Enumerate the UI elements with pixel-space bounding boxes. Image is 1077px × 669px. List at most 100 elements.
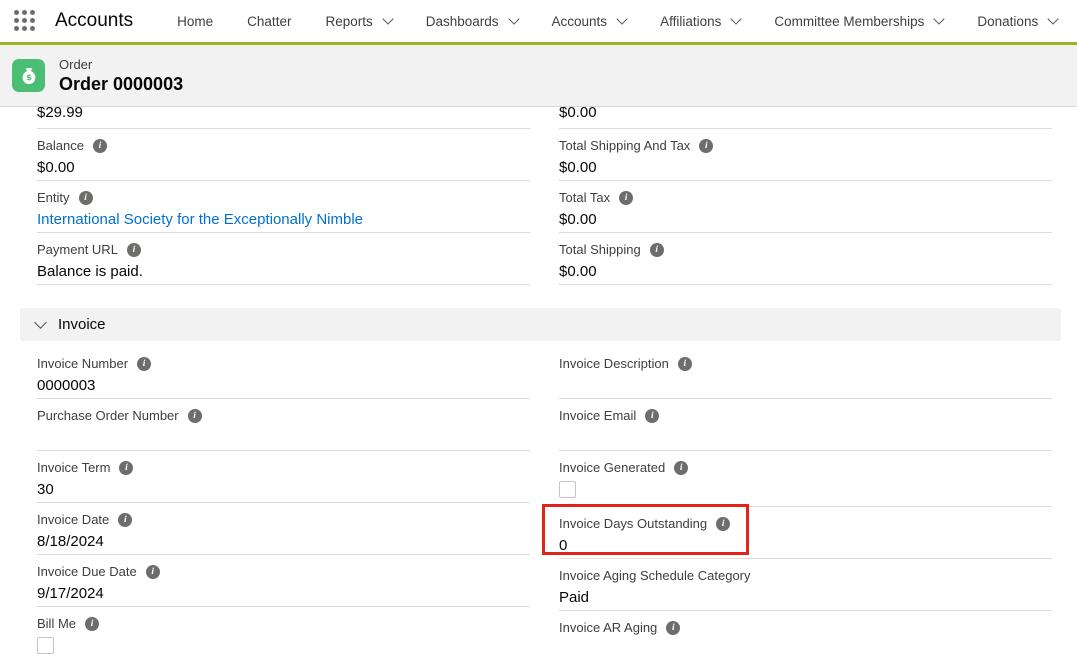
- field-label: Purchase Order Number: [37, 407, 179, 424]
- field-label: Invoice Email: [559, 407, 636, 424]
- field-label: Total Tax: [559, 189, 610, 206]
- field-value: $0.00: [559, 107, 1052, 125]
- info-icon[interactable]: i: [645, 409, 659, 423]
- field-value: International Society for the Exceptiona…: [37, 209, 530, 232]
- info-icon[interactable]: i: [79, 191, 93, 205]
- info-icon[interactable]: i: [650, 243, 664, 257]
- nav-tab-donations[interactable]: Donations: [977, 14, 1057, 29]
- field-value: $29.99: [37, 107, 530, 125]
- nav-tab-reports[interactable]: Reports: [325, 14, 391, 29]
- field-label: Invoice Aging Schedule Category: [559, 567, 751, 584]
- svg-text:$: $: [26, 72, 32, 82]
- top-navigation-bar: Accounts Home Chatter Reports Dashboards…: [0, 0, 1077, 45]
- record-detail-form: i $29.99 Balance i $0.00 Entity i Intern…: [0, 107, 1077, 663]
- info-icon[interactable]: i: [93, 139, 107, 153]
- field-label: Invoice AR Aging: [559, 619, 657, 636]
- invoice-right-column: Invoice Description i Invoice Email i In…: [559, 347, 1052, 663]
- money-bag-icon: $: [12, 59, 45, 92]
- app-launcher-icon[interactable]: [14, 10, 38, 32]
- field-row-invoice-days-outstanding: Invoice Days Outstanding i 0: [559, 507, 1052, 559]
- checkbox-invoice-generated[interactable]: [559, 481, 576, 498]
- info-icon[interactable]: i: [118, 513, 132, 527]
- section-title: Invoice: [58, 316, 106, 333]
- field-value: 9/17/2024: [37, 583, 530, 606]
- field-row-invoice-email: Invoice Email i: [559, 399, 1052, 451]
- field-row-bill-me: Bill Me i: [37, 607, 530, 662]
- field-value: $0.00: [559, 209, 1052, 232]
- field-value: 30: [37, 479, 530, 502]
- nav-tab-affiliations[interactable]: Affiliations: [660, 14, 740, 29]
- top-left-column: i $29.99 Balance i $0.00 Entity i Intern…: [37, 107, 530, 285]
- field-label: Total Shipping: [559, 241, 641, 258]
- field-row-purchase-order-number: Purchase Order Number i: [37, 399, 530, 451]
- field-value: [559, 639, 1052, 662]
- field-label: Total Shipping And Tax: [559, 137, 690, 154]
- field-label: Invoice Description: [559, 355, 669, 372]
- info-icon[interactable]: i: [716, 517, 730, 531]
- chevron-down-icon: [934, 13, 945, 24]
- field-label: Entity: [37, 189, 70, 206]
- field-value: 8/18/2024: [37, 531, 530, 554]
- invoice-section-header[interactable]: Invoice: [20, 308, 1061, 341]
- info-icon[interactable]: i: [619, 191, 633, 205]
- field-value: [37, 635, 530, 662]
- field-label: Invoice Days Outstanding: [559, 515, 707, 532]
- field-label: Bill Me: [37, 615, 76, 632]
- info-icon[interactable]: i: [666, 621, 680, 635]
- info-icon[interactable]: i: [146, 565, 160, 579]
- field-row-invoice-generated: Invoice Generated i: [559, 451, 1052, 507]
- field-value: Paid: [559, 587, 1052, 610]
- field-label: Balance: [37, 137, 84, 154]
- nav-tabs: Home Chatter Reports Dashboards Accounts…: [177, 14, 1057, 29]
- field-row-payment-url: Payment URL i Balance is paid.: [37, 233, 530, 285]
- chevron-down-icon: [1048, 13, 1059, 24]
- field-label: Invoice Generated: [559, 459, 665, 476]
- field-row-invoice-description: Invoice Description i: [559, 347, 1052, 399]
- field-row-29-99: i $29.99: [37, 107, 530, 129]
- info-icon[interactable]: i: [85, 617, 99, 631]
- field-value: [559, 479, 1052, 506]
- chevron-down-icon: [616, 13, 627, 24]
- field-row-balance: Balance i $0.00: [37, 129, 530, 181]
- invoice-fields-grid: Invoice Number i 0000003 Purchase Order …: [37, 347, 1052, 663]
- field-value: 0: [559, 535, 1052, 558]
- nav-tab-dashboards[interactable]: Dashboards: [426, 14, 518, 29]
- checkbox-bill-me[interactable]: [37, 637, 54, 654]
- top-right-column: i $0.00 Total Shipping And Tax i $0.00 T…: [559, 107, 1052, 285]
- info-icon[interactable]: i: [678, 357, 692, 371]
- field-label: Invoice Date: [37, 511, 109, 528]
- nav-tab-committee-memberships[interactable]: Committee Memberships: [774, 14, 943, 29]
- field-value: $0.00: [559, 261, 1052, 284]
- field-row-invoice-date: Invoice Date i 8/18/2024: [37, 503, 530, 555]
- chevron-down-icon: [508, 13, 519, 24]
- field-value: 0000003: [37, 375, 530, 398]
- record-header: $ Order Order 0000003: [0, 45, 1077, 107]
- chevron-down-icon: [34, 316, 47, 329]
- field-row-total-shipping-and-tax: Total Shipping And Tax i $0.00: [559, 129, 1052, 181]
- info-icon[interactable]: i: [137, 357, 151, 371]
- field-row-invoice-due-date: Invoice Due Date i 9/17/2024: [37, 555, 530, 607]
- info-icon[interactable]: i: [119, 461, 133, 475]
- field-label: Invoice Due Date: [37, 563, 137, 580]
- field-row-invoice-aging-schedule-category: Invoice Aging Schedule Category i Paid: [559, 559, 1052, 611]
- field-value: Balance is paid.: [37, 261, 530, 284]
- object-type-label: Order: [59, 57, 183, 72]
- field-value: [559, 375, 1052, 398]
- info-icon[interactable]: i: [127, 243, 141, 257]
- link-international-society-for-the-exceptionally-nimble[interactable]: International Society for the Exceptiona…: [37, 211, 363, 228]
- record-title: Order 0000003: [59, 73, 183, 95]
- chevron-down-icon: [382, 13, 393, 24]
- nav-tab-chatter[interactable]: Chatter: [247, 14, 291, 29]
- field-row-total-tax: Total Tax i $0.00: [559, 181, 1052, 233]
- field-label: Invoice Term: [37, 459, 110, 476]
- field-row-0-00: i $0.00: [559, 107, 1052, 129]
- nav-tab-home[interactable]: Home: [177, 14, 213, 29]
- nav-tab-accounts[interactable]: Accounts: [552, 14, 627, 29]
- chevron-down-icon: [731, 13, 742, 24]
- record-titles: Order Order 0000003: [59, 57, 183, 95]
- field-label: Invoice Number: [37, 355, 128, 372]
- info-icon[interactable]: i: [188, 409, 202, 423]
- field-row-invoice-ar-aging: Invoice AR Aging i: [559, 611, 1052, 663]
- info-icon[interactable]: i: [699, 139, 713, 153]
- info-icon[interactable]: i: [674, 461, 688, 475]
